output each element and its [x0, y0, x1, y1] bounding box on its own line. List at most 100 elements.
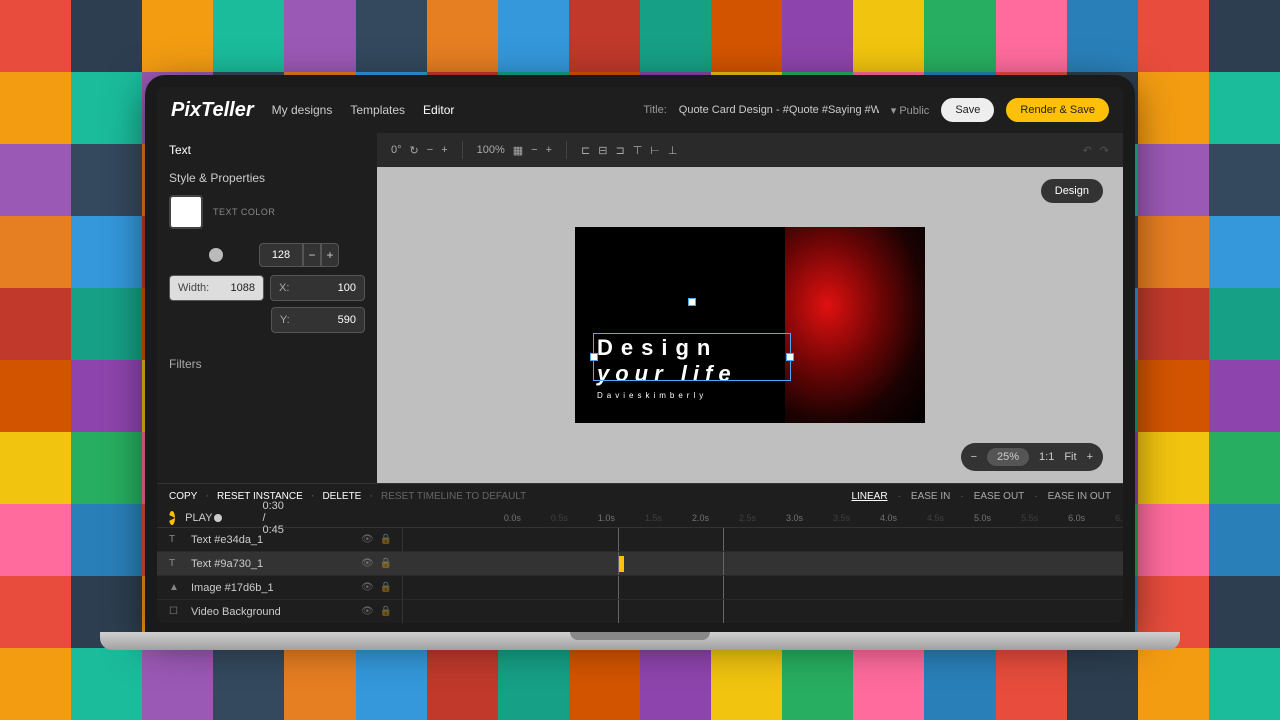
canvas-toolbar: 0° ↻ − + 100% ▦ − + ⊏ ⊟ ⊐ ⊤ ⊢ ⊥ ↶ ↷ — [377, 133, 1123, 167]
nav-editor[interactable]: Editor — [423, 103, 454, 117]
artboard-image — [785, 227, 925, 423]
align-right-icon[interactable]: ⊐ — [615, 144, 624, 157]
y-field[interactable]: Y:590 — [271, 307, 365, 333]
track-3[interactable]: ☐Video Background👁🔒 — [157, 600, 1123, 623]
handle-left[interactable] — [590, 353, 598, 361]
track-lane[interactable] — [402, 552, 1123, 575]
track-lane[interactable] — [402, 600, 1123, 623]
visibility-icon[interactable]: 👁 — [361, 558, 374, 569]
render-button[interactable]: Render & Save — [1006, 98, 1109, 122]
selection-box[interactable] — [593, 333, 791, 381]
design-tag[interactable]: Design — [1041, 179, 1103, 203]
nav-mydesigns[interactable]: My designs — [272, 103, 333, 117]
track-name: Text #e34da_1 — [191, 534, 361, 546]
rotate-handle[interactable] — [688, 298, 696, 306]
zoom-in[interactable]: + — [1087, 451, 1093, 463]
align-bottom-icon[interactable]: ⊥ — [668, 144, 678, 157]
text-color-row: TEXT COLOR — [169, 195, 365, 229]
main: Text Style & Properties TEXT COLOR − + W… — [157, 133, 1123, 483]
canvas-area: 0° ↻ − + 100% ▦ − + ⊏ ⊟ ⊐ ⊤ ⊢ ⊥ ↶ ↷ Desi… — [377, 133, 1123, 483]
lock-icon[interactable]: 🔒 — [380, 558, 392, 569]
sidebar: Text Style & Properties TEXT COLOR − + W… — [157, 133, 377, 483]
timeline-playbar: ▶ PLAY 0:30 / 0:45 0.0s0.5s1.0s1.5s2.0s2… — [157, 508, 1123, 528]
zoom-fit[interactable]: Fit — [1064, 451, 1076, 463]
timeline-tracks: TText #e34da_1👁🔒TText #9a730_1👁🔒▲Image #… — [157, 528, 1123, 623]
ease-in[interactable]: EASE IN — [911, 491, 950, 502]
timeline-actions: COPY· RESET INSTANCE· DELETE· RESET TIME… — [157, 484, 1123, 508]
topbar: PixTeller My designs Templates Editor Ti… — [157, 87, 1123, 133]
easing-options: LINEAR· EASE IN· EASE OUT· EASE IN OUT — [851, 491, 1111, 502]
delete-action[interactable]: DELETE — [322, 491, 361, 502]
zoom-plus[interactable]: + — [546, 144, 552, 156]
reset-default-action[interactable]: RESET TIMELINE TO DEFAULT — [381, 491, 526, 502]
track-2[interactable]: ▲Image #17d6b_1👁🔒 — [157, 576, 1123, 600]
timeline-ruler: 0.0s0.5s1.0s1.5s2.0s2.5s3.0s3.5s4.0s4.5s… — [504, 513, 1123, 523]
track-1[interactable]: TText #9a730_1👁🔒 — [157, 552, 1123, 576]
save-button[interactable]: Save — [941, 98, 994, 122]
title-value[interactable]: Quote Card Design - #Quote #Saying #Word… — [679, 104, 879, 116]
ease-linear[interactable]: LINEAR — [851, 491, 887, 502]
y-row: Y:590 — [169, 307, 365, 333]
play-button[interactable]: ▶ — [169, 511, 175, 525]
opacity-minus[interactable]: − — [303, 243, 321, 267]
rotate-plus[interactable]: + — [441, 144, 447, 156]
opacity-slider[interactable] — [209, 248, 223, 262]
sidebar-text-heading: Text — [169, 143, 365, 157]
artboard[interactable]: Design your life Davieskimberly — [575, 227, 925, 423]
logo: PixTeller — [171, 99, 254, 122]
filters-heading[interactable]: Filters — [169, 357, 365, 371]
canvas-viewport[interactable]: Design Design your life Davieskimberly −… — [377, 167, 1123, 483]
lock-icon[interactable]: 🔒 — [380, 582, 392, 593]
visibility-icon[interactable]: 👁 — [361, 582, 374, 593]
zoom-control: − 25% 1:1 Fit + — [961, 443, 1103, 471]
width-field[interactable]: Width:1088 — [169, 275, 264, 301]
undo-icon[interactable]: ↶ — [1083, 144, 1092, 157]
ease-inout[interactable]: EASE IN OUT — [1048, 491, 1111, 502]
opacity-input[interactable] — [259, 243, 303, 267]
grid-icon[interactable]: ▦ — [513, 144, 523, 157]
text-color-swatch[interactable] — [169, 195, 203, 229]
text-color-label: TEXT COLOR — [213, 207, 275, 217]
track-0[interactable]: T Text #e34da_1👁 🔒 — [157, 528, 1123, 552]
rotate-value: 0° — [391, 144, 402, 156]
rotate-minus[interactable]: − — [427, 144, 433, 156]
zoom-minus[interactable]: − — [531, 144, 537, 156]
visibility-icon[interactable]: 👁 — [361, 534, 374, 545]
align-left-icon[interactable]: ⊏ — [581, 144, 590, 157]
track-name: Video Background — [191, 606, 361, 618]
x-field[interactable]: X:100 — [270, 275, 365, 301]
reset-instance-action[interactable]: RESET INSTANCE — [217, 491, 303, 502]
align-top-icon[interactable]: ⊤ — [633, 144, 643, 157]
opacity-plus[interactable]: + — [321, 243, 339, 267]
nav-templates[interactable]: Templates — [350, 103, 405, 117]
laptop-frame: PixTeller My designs Templates Editor Ti… — [145, 75, 1135, 635]
track-name: Image #17d6b_1 — [191, 582, 361, 594]
app-screen: PixTeller My designs Templates Editor Ti… — [157, 87, 1123, 623]
width-x-row: Width:1088 X:100 — [169, 275, 365, 301]
sidebar-style-heading: Style & Properties — [169, 171, 365, 185]
track-lane[interactable] — [402, 528, 1123, 551]
copy-action[interactable]: COPY — [169, 491, 197, 502]
title-area: Title: Quote Card Design - #Quote #Sayin… — [643, 98, 1109, 122]
align-middle-icon[interactable]: ⊢ — [650, 144, 660, 157]
opacity-stepper: − + — [259, 243, 339, 267]
align-center-icon[interactable]: ⊟ — [598, 144, 607, 157]
visibility-icon[interactable]: 👁 — [361, 606, 374, 617]
track-type-icon: T — [169, 534, 183, 545]
ease-out[interactable]: EASE OUT — [974, 491, 1025, 502]
laptop-base — [100, 632, 1180, 650]
timeline: COPY· RESET INSTANCE· DELETE· RESET TIME… — [157, 483, 1123, 623]
zoom-value: 100% — [477, 144, 505, 156]
opacity-row: − + — [169, 243, 365, 267]
zoom-out[interactable]: − — [971, 451, 977, 463]
lock-icon[interactable]: 🔒 — [380, 534, 392, 545]
zoom-percent[interactable]: 25% — [987, 448, 1029, 466]
track-name: Text #9a730_1 — [191, 558, 361, 570]
zoom-11[interactable]: 1:1 — [1039, 451, 1054, 463]
lock-icon[interactable]: 🔒 — [380, 606, 392, 617]
rotate-icon[interactable]: ↻ — [410, 144, 419, 157]
redo-icon[interactable]: ↷ — [1100, 144, 1109, 157]
privacy-dropdown[interactable]: ▾ Public — [891, 104, 930, 117]
track-lane[interactable] — [402, 576, 1123, 599]
handle-right[interactable] — [786, 353, 794, 361]
